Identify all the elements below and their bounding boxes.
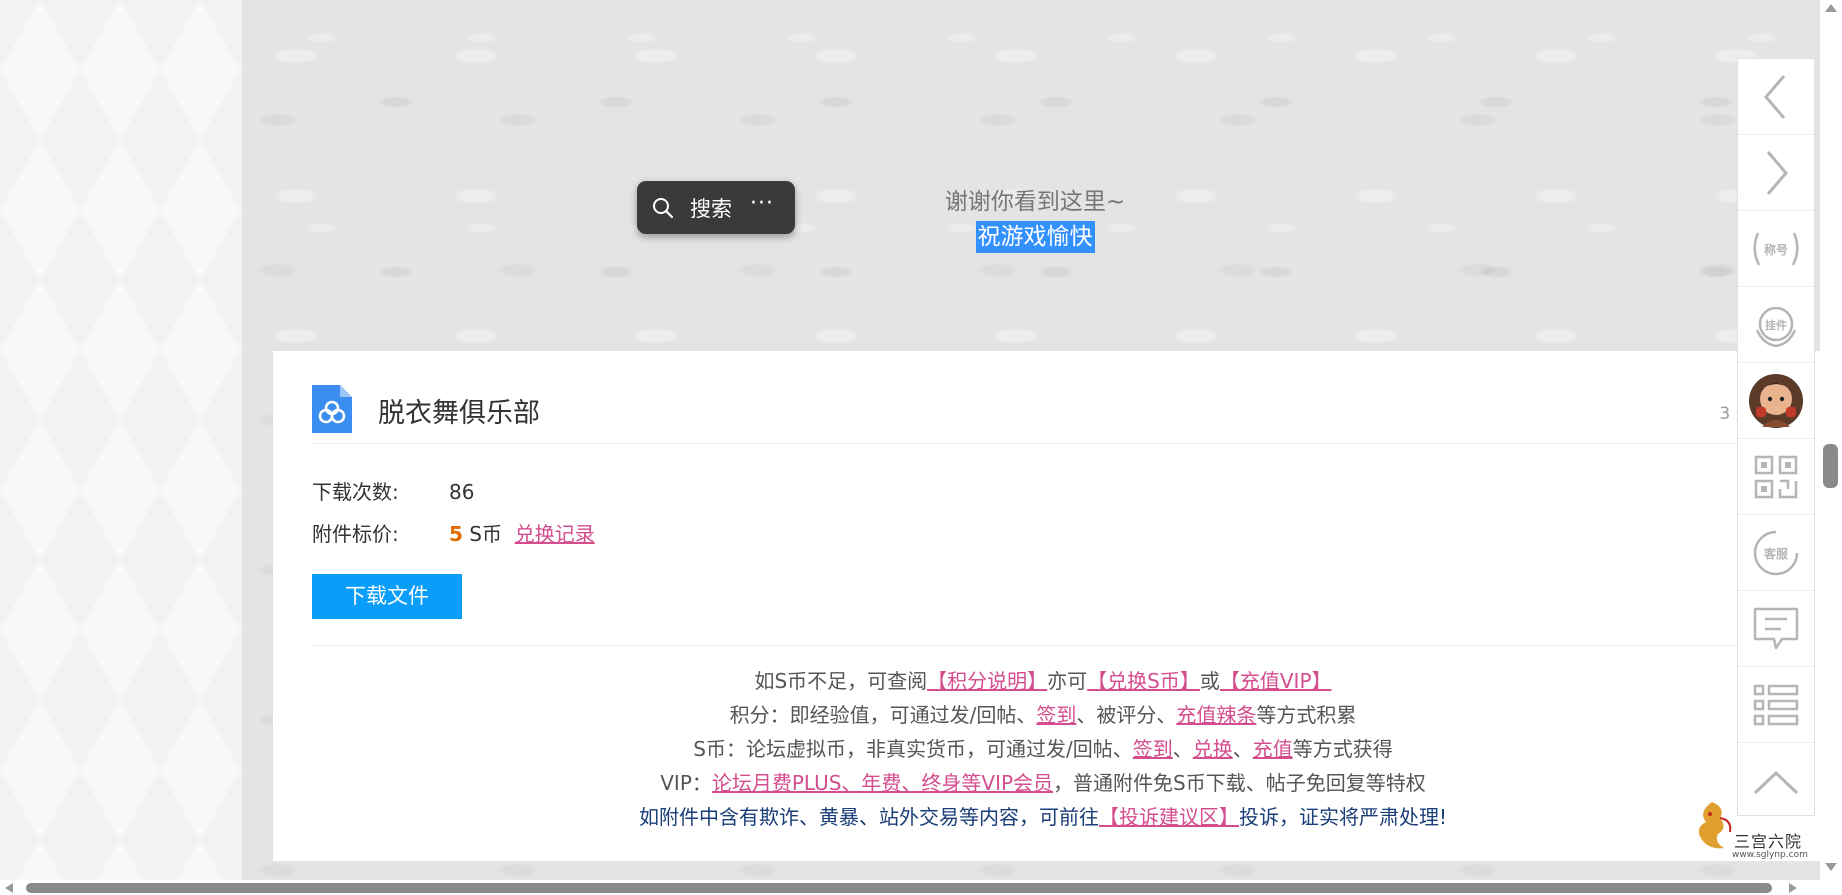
list-view-button[interactable]: [1738, 667, 1814, 743]
recharge-link[interactable]: 充值: [1253, 737, 1293, 761]
notes-text: 如附件中含有欺诈、黄暴、站外交易等内容，可前往: [638, 805, 1099, 829]
pendant-button[interactable]: 挂件: [1738, 287, 1814, 363]
file-name: 脱衣舞俱乐部: [378, 398, 540, 429]
reply-button[interactable]: [1738, 591, 1814, 667]
scroll-up-arrow-icon[interactable]: [1824, 3, 1838, 13]
selection-popup: 搜索 ···: [637, 181, 795, 234]
avatar-button[interactable]: [1738, 363, 1814, 439]
divider: [312, 645, 1792, 646]
thanks-line: 谢谢你看到这里~: [944, 189, 1126, 215]
price-label: 附件标价:: [312, 522, 399, 546]
recharge-vip-link[interactable]: 【充值VIP】: [1220, 669, 1332, 693]
left-pattern-strip: [0, 0, 242, 880]
qr-code-icon: [1754, 455, 1798, 498]
notes-line: S币：论坛虚拟币，非真实货币，可通过发/回帖、签到、兑换、充值等方式获得: [273, 732, 1813, 766]
notes-text: 投诉，证实将严肃处理!: [1238, 805, 1448, 829]
notes-text: 等方式获得: [1292, 737, 1393, 761]
laurel-title-icon: 称号: [1753, 231, 1799, 266]
notes-text: 积分：即经验值，可通过发/回帖、: [729, 703, 1037, 727]
customer-service-icon: 客服: [1753, 530, 1799, 575]
price-unit: S币: [469, 522, 502, 546]
recharge-latiao-link[interactable]: 充值辣条: [1176, 703, 1256, 727]
download-count-row: 下载次数: 86: [312, 477, 474, 507]
site-watermark: 三宫六院 www.sglynp.com: [1690, 798, 1820, 864]
notes-text: ，普通附件免S币下载、帖子免回复等特权: [1053, 771, 1426, 795]
notes-line: VIP：论坛月费PLUS、年费、终身等VIP会员，普通附件免S币下载、帖子免回复…: [273, 766, 1813, 800]
notes-text: S币：论坛虚拟币，非真实货币，可通过发/回帖、: [693, 737, 1133, 761]
search-button[interactable]: 搜索: [690, 193, 732, 223]
notes-text: 亦可: [1047, 669, 1088, 693]
next-post-button[interactable]: [1738, 135, 1814, 211]
vertical-scrollbar[interactable]: [1820, 0, 1842, 880]
qr-code-button[interactable]: [1738, 439, 1814, 515]
comment-icon: [1753, 607, 1799, 649]
notes-line: 积分：即经验值，可通过发/回帖、签到、被评分、充值辣条等方式积累: [273, 698, 1813, 732]
exchange-record-link[interactable]: 兑换记录: [515, 522, 595, 546]
thanks-message: 谢谢你看到这里~ 祝游戏愉快: [900, 185, 1170, 255]
horizontal-scroll-thumb[interactable]: [26, 883, 1772, 893]
notes-text: VIP：: [660, 771, 712, 795]
prev-post-button[interactable]: [1738, 59, 1814, 135]
horizontal-scrollbar[interactable]: [0, 880, 1842, 895]
chevron-up-icon: [1753, 770, 1799, 794]
checkin-link[interactable]: 签到: [1133, 737, 1173, 761]
selected-text[interactable]: 祝游戏愉快: [975, 221, 1095, 253]
watermark-url: www.sglynp.com: [1732, 850, 1808, 860]
scroll-left-arrow-icon[interactable]: [4, 882, 14, 894]
attachment-header: 脱衣舞俱乐部 3 天前 上: [312, 383, 1792, 444]
notes-line: 如S币不足，可查阅【积分说明】亦可【兑换S币】或【充值VIP】: [273, 664, 1813, 698]
dragon-logo-icon: [1698, 802, 1732, 849]
scroll-down-arrow-icon[interactable]: [1824, 862, 1838, 872]
download-count-value: 86: [449, 480, 475, 504]
customer-service-button[interactable]: 客服: [1738, 515, 1814, 591]
baidu-netdisk-file-icon: [312, 385, 352, 433]
pendant-icon: 挂件: [1755, 306, 1797, 347]
notes-text: 如S币不足，可查阅: [754, 669, 928, 693]
complaint-area-link[interactable]: 【投诉建议区】: [1099, 805, 1239, 829]
service-badge-text: 客服: [1763, 546, 1789, 561]
download-count-label: 下载次数:: [312, 480, 399, 504]
notes-block: 如S币不足，可查阅【积分说明】亦可【兑换S币】或【充值VIP】 积分：即经验值，…: [273, 664, 1813, 834]
side-tool-rail: 称号 挂件 客服: [1737, 58, 1815, 816]
pendant-badge-text: 挂件: [1765, 318, 1787, 332]
more-options-button[interactable]: ···: [750, 192, 774, 223]
attachment-card: 脱衣舞俱乐部 3 天前 上 下载次数: 86 附件标价: 5 S币 兑换记录 下载文…: [273, 351, 1820, 861]
vip-membership-link[interactable]: 论坛月费PLUS、年费、终身等VIP会员: [712, 771, 1053, 795]
download-file-button[interactable]: 下载文件: [312, 574, 462, 619]
scroll-right-arrow-icon[interactable]: [1788, 882, 1798, 894]
checkin-link[interactable]: 签到: [1036, 703, 1076, 727]
exchange-link[interactable]: 兑换: [1193, 737, 1233, 761]
points-info-link[interactable]: 【积分说明】: [927, 669, 1047, 693]
avatar: [1749, 373, 1803, 428]
price-row: 附件标价: 5 S币 兑换记录: [312, 519, 595, 549]
notes-text: 等方式积累: [1256, 703, 1357, 727]
search-icon[interactable]: [651, 196, 675, 220]
vertical-scroll-thumb[interactable]: [1823, 444, 1838, 488]
chevron-left-icon: [1764, 74, 1786, 119]
notes-text: 、: [1232, 737, 1253, 761]
price-value: 5: [449, 522, 463, 546]
exchange-coin-link[interactable]: 【兑换S币】: [1087, 669, 1200, 693]
notes-line: 如附件中含有欺诈、黄暴、站外交易等内容，可前往【投诉建议区】投诉，证实将严肃处理…: [273, 800, 1813, 834]
notes-text: 、: [1172, 737, 1193, 761]
list-icon: [1753, 684, 1799, 725]
watermark-name: 三宫六院: [1734, 832, 1803, 851]
title-badge-text: 称号: [1764, 242, 1788, 257]
notes-text: 或: [1199, 669, 1220, 693]
notes-text: 、被评分、: [1076, 703, 1177, 727]
chevron-right-icon: [1766, 150, 1788, 195]
title-badge-button[interactable]: 称号: [1738, 211, 1814, 287]
